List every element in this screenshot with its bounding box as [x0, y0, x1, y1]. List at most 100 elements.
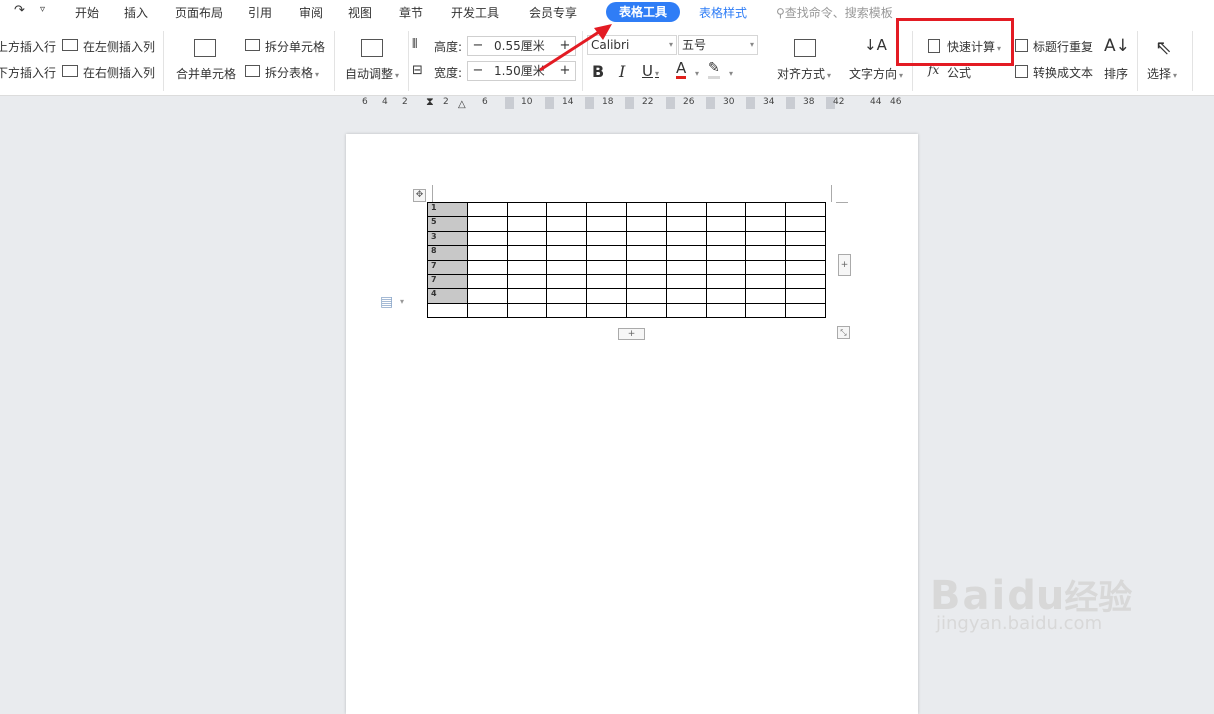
- table-cell[interactable]: [785, 273, 826, 290]
- paragraph-layout-icon[interactable]: ▤: [380, 294, 393, 310]
- tab-page-layout[interactable]: 页面布局: [175, 4, 223, 21]
- table-cell[interactable]: [625, 288, 667, 304]
- font-color-dropdown-icon[interactable]: ▾: [693, 65, 699, 79]
- text-direction-button[interactable]: 文字方向 ▾: [849, 65, 903, 82]
- add-row-button[interactable]: +: [618, 328, 645, 340]
- sort-button[interactable]: 排序: [1104, 65, 1128, 82]
- table-cell[interactable]: [466, 245, 508, 261]
- underline-button[interactable]: U ▾: [642, 62, 659, 80]
- table-cell[interactable]: [745, 288, 787, 304]
- table-cell[interactable]: [586, 273, 627, 290]
- horizontal-ruler[interactable]: 6 4 2 2 6 10 14 18 22 26 30 34 38 42 44 46 ⧗ △: [0, 95, 1214, 115]
- table-cell[interactable]: [466, 288, 508, 304]
- table-cell[interactable]: 4: [427, 288, 468, 304]
- tab-developer[interactable]: 开发工具: [451, 4, 499, 21]
- table-cell[interactable]: [546, 273, 588, 290]
- table-cell[interactable]: [705, 302, 747, 319]
- table-cell[interactable]: [586, 230, 627, 247]
- table-cell[interactable]: [705, 245, 747, 261]
- document-table[interactable]: 1538774: [427, 201, 826, 319]
- table-cell[interactable]: [745, 216, 787, 232]
- table-cell[interactable]: [745, 245, 787, 261]
- table-cell[interactable]: [705, 273, 747, 290]
- table-cell[interactable]: [745, 273, 787, 290]
- table-cell[interactable]: [506, 230, 548, 247]
- table-cell[interactable]: [785, 201, 826, 218]
- indent-marker-icon[interactable]: ⧗: [426, 95, 434, 109]
- table-cell[interactable]: [745, 201, 787, 218]
- table-cell[interactable]: [586, 302, 627, 319]
- table-cell[interactable]: [625, 302, 667, 319]
- table-cell[interactable]: [466, 201, 508, 218]
- height-decrease-button[interactable]: −: [468, 37, 488, 55]
- table-cell[interactable]: [665, 273, 707, 290]
- table-cell[interactable]: [586, 288, 627, 304]
- table-cell[interactable]: [625, 230, 667, 247]
- table-cell[interactable]: [665, 288, 707, 304]
- select-button[interactable]: 选择 ▾: [1147, 65, 1177, 82]
- table-cell[interactable]: 7: [427, 273, 468, 290]
- formula-button[interactable]: 公式: [947, 64, 971, 81]
- table-cell[interactable]: 3: [427, 230, 468, 247]
- table-cell[interactable]: [705, 288, 747, 304]
- align-button[interactable]: 对齐方式 ▾: [777, 65, 831, 82]
- table-cell[interactable]: [665, 302, 707, 319]
- table-cell[interactable]: [427, 302, 468, 319]
- tab-review[interactable]: 审阅: [299, 4, 323, 21]
- table-cell[interactable]: [466, 273, 508, 290]
- table-cell[interactable]: [546, 245, 588, 261]
- insert-right-button[interactable]: 在右侧插入列: [83, 64, 155, 81]
- table-cell[interactable]: [785, 216, 826, 232]
- table-cell[interactable]: [506, 216, 548, 232]
- font-size-select[interactable]: 五号 ▾: [678, 35, 758, 55]
- table-cell[interactable]: [625, 273, 667, 290]
- table-cell[interactable]: [625, 201, 667, 218]
- table-cell[interactable]: [785, 259, 826, 275]
- table-cell[interactable]: [745, 230, 787, 247]
- table-cell[interactable]: [586, 245, 627, 261]
- highlight-icon[interactable]: ✎: [708, 61, 720, 79]
- tab-view[interactable]: 视图: [348, 4, 372, 21]
- redo-icon[interactable]: ↷: [14, 3, 25, 18]
- table-cell[interactable]: [546, 216, 588, 232]
- table-cell[interactable]: [785, 230, 826, 247]
- insert-below-button[interactable]: 下方插入行: [0, 64, 56, 81]
- table-cell[interactable]: [586, 201, 627, 218]
- table-cell[interactable]: [785, 245, 826, 261]
- table-cell[interactable]: [705, 201, 747, 218]
- tab-chapter[interactable]: 章节: [399, 4, 423, 21]
- merge-cells-button[interactable]: 合并单元格: [176, 65, 236, 82]
- paragraph-layout-dropdown-icon[interactable]: ▾: [400, 297, 404, 306]
- table-cell[interactable]: [506, 245, 548, 261]
- table-cell[interactable]: [466, 259, 508, 275]
- table-cell[interactable]: [665, 245, 707, 261]
- tab-table-style[interactable]: 表格样式: [699, 4, 747, 21]
- table-cell[interactable]: [546, 230, 588, 247]
- table-cell[interactable]: [546, 302, 588, 319]
- table-cell[interactable]: [705, 259, 747, 275]
- table-cell[interactable]: [546, 259, 588, 275]
- table-cell[interactable]: [506, 259, 548, 275]
- table-cell[interactable]: [546, 201, 588, 218]
- table-move-handle-icon[interactable]: ✥: [413, 189, 426, 202]
- insert-left-button[interactable]: 在左侧插入列: [83, 38, 155, 55]
- search-command[interactable]: ⚲查找命令、搜索模板: [776, 4, 893, 21]
- font-color-button[interactable]: A: [676, 61, 687, 79]
- table-cell[interactable]: [705, 216, 747, 232]
- auto-fit-button[interactable]: 自动调整 ▾: [345, 65, 399, 82]
- table-cell[interactable]: [665, 201, 707, 218]
- table-cell[interactable]: [665, 230, 707, 247]
- right-indent-marker-icon[interactable]: △: [458, 99, 466, 110]
- split-cells-button[interactable]: 拆分单元格: [265, 38, 325, 55]
- table-cell[interactable]: [705, 230, 747, 247]
- table-cell[interactable]: [506, 201, 548, 218]
- table-cell[interactable]: [586, 259, 627, 275]
- table-cell[interactable]: [785, 288, 826, 304]
- split-table-button[interactable]: 拆分表格 ▾: [265, 64, 319, 81]
- table-cell[interactable]: 1: [427, 201, 468, 218]
- quick-access-dropdown-icon[interactable]: ▿: [40, 4, 45, 15]
- convert-text-button[interactable]: 转换成文本: [1033, 64, 1093, 81]
- resize-table-handle-icon[interactable]: ⤡: [837, 326, 850, 339]
- table-cell[interactable]: [625, 245, 667, 261]
- table-cell[interactable]: [625, 216, 667, 232]
